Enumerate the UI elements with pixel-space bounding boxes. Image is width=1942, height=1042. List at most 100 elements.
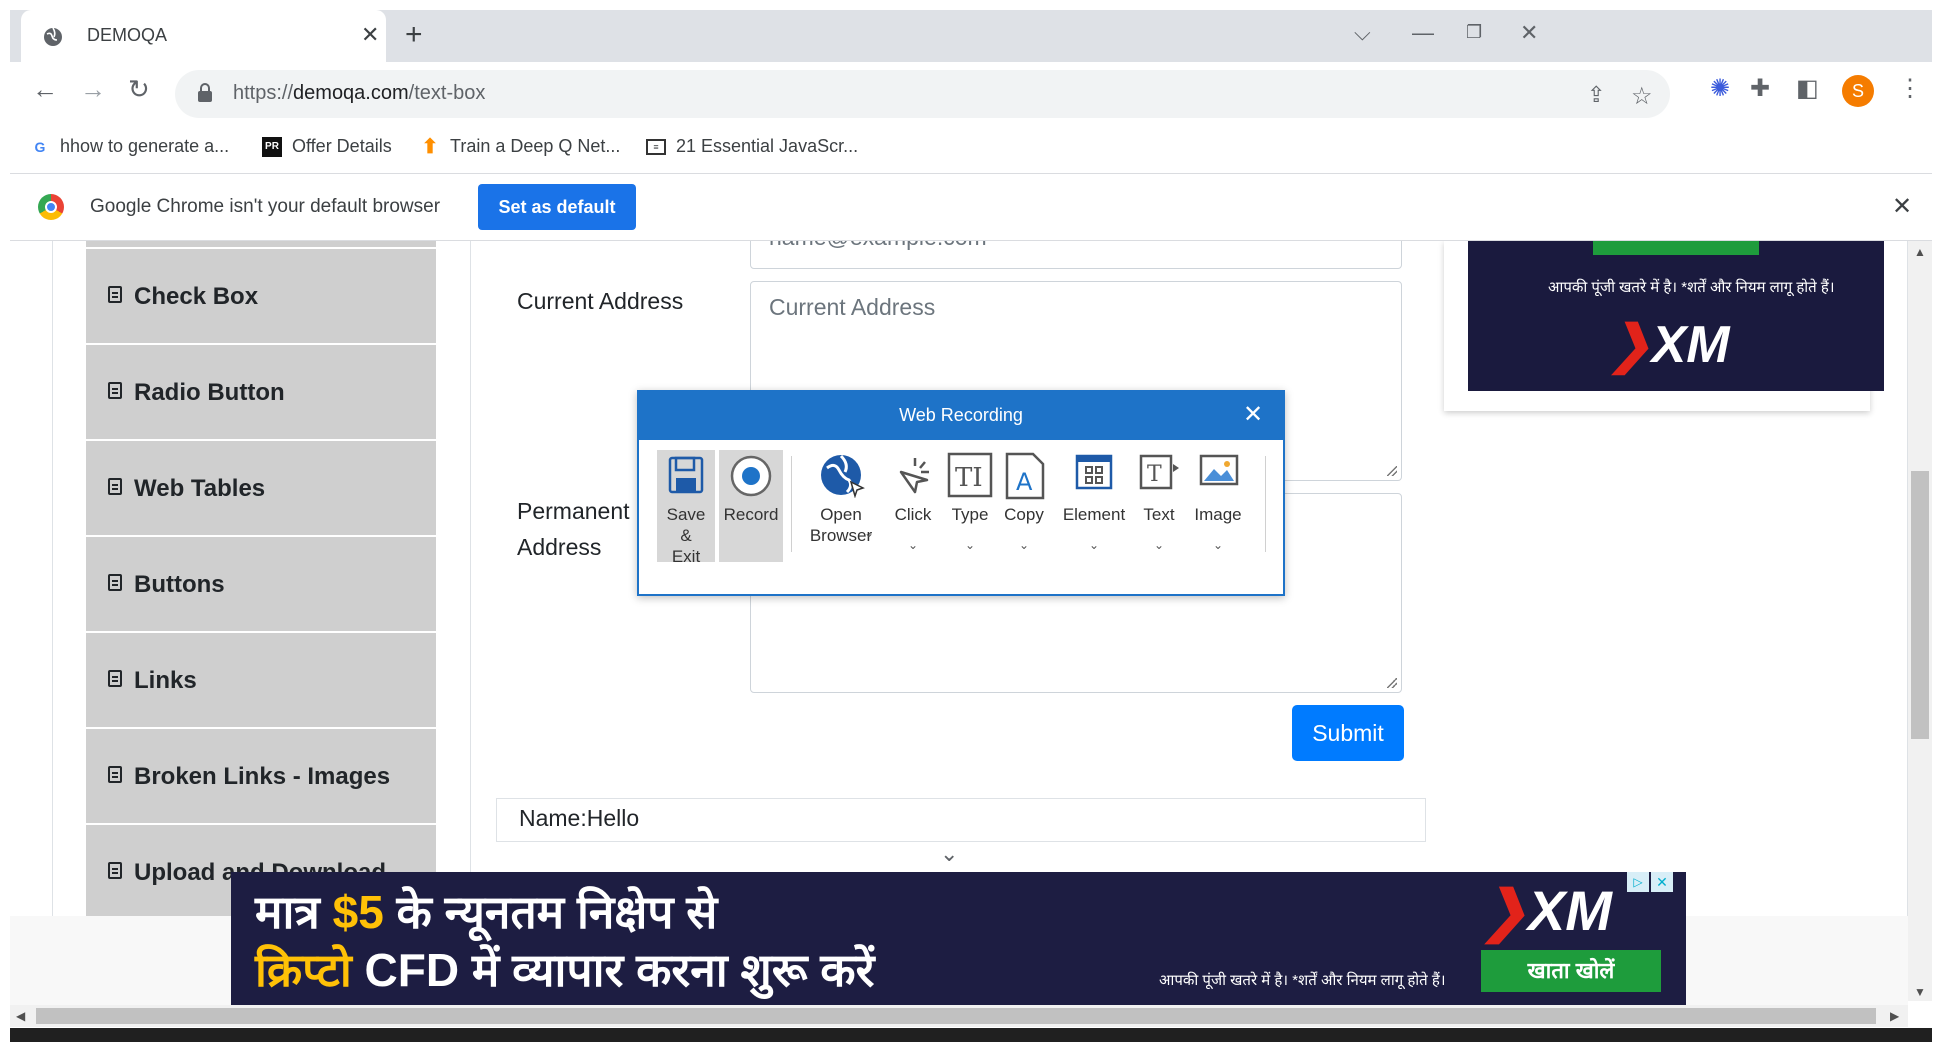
sidebar-item-links[interactable]: Links [86, 633, 436, 729]
resize-handle-icon[interactable] [1387, 678, 1397, 688]
bookmark-label: 21 Essential JavaScr... [676, 136, 859, 156]
tab-search-icon[interactable]: ⌵ [1354, 20, 1371, 46]
resize-handle-icon[interactable] [1387, 466, 1397, 476]
html-file-icon [108, 574, 122, 591]
sidebar-item-check-box[interactable]: Check Box [86, 249, 436, 345]
set-as-default-button[interactable]: Set as default [478, 184, 636, 230]
image-icon [1199, 454, 1239, 486]
globe-icon [44, 27, 62, 46]
permanent-address-label-line1: Permanent [517, 498, 630, 524]
save-icon [668, 456, 704, 494]
sidebar-item-web-tables[interactable]: Web Tables [86, 441, 436, 537]
chevron-down-icon[interactable]: ⌄ [940, 841, 958, 867]
current-address-placeholder: Current Address [769, 294, 936, 320]
browser-tab[interactable]: DEMOQA ✕ [21, 10, 386, 62]
element-button[interactable]: Element ⌄ [1057, 450, 1131, 562]
url-text: https://demoqa.com/text-box [233, 82, 486, 104]
text-label: Text [1143, 505, 1175, 524]
sidebar-item-broken-links[interactable]: Broken Links - Images [86, 729, 436, 825]
minimize-button[interactable]: — [1412, 20, 1434, 46]
bookmark-item[interactable]: PR Offer Details [262, 136, 392, 157]
back-button[interactable]: ← [32, 74, 58, 105]
html-file-icon [108, 862, 122, 879]
address-bar[interactable]: https://demoqa.com/text-box ⇪ ☆ [175, 70, 1670, 118]
scroll-up-icon[interactable]: ▲ [1914, 245, 1926, 259]
forward-button[interactable]: → [80, 74, 106, 105]
record-button[interactable]: Record [719, 450, 783, 562]
tensorflow-icon: ⬆ [421, 135, 439, 158]
close-tab-icon[interactable]: ✕ [361, 22, 379, 48]
ad-banner-top[interactable]: आपकी पूंजी खतरे में है। *शर्तें और नियम … [1468, 241, 1884, 391]
scroll-down-icon[interactable]: ▼ [1914, 985, 1926, 999]
sidebar-item-label: Web Tables [134, 475, 266, 502]
bookmark-label: Train a Deep Q Net... [450, 136, 621, 156]
type-button[interactable]: TI Type ⌄ [943, 450, 997, 562]
browser-toolbar: ← → ↻ https://demoqa.com/text-box ⇪ ☆ ✺ … [10, 62, 1932, 126]
chevron-down-icon[interactable]: ⌄ [999, 538, 1049, 552]
restore-button[interactable]: ❐ [1466, 22, 1482, 43]
ad-headline-line1: मात्र $5 के न्यूनतम निक्षेप से [255, 886, 718, 938]
email-field[interactable]: name@example.com [750, 241, 1402, 269]
chevron-down-icon[interactable]: ⌄ [1057, 538, 1131, 552]
chevron-down-icon[interactable]: ⌄ [943, 538, 997, 552]
chevron-down-icon[interactable]: ⌄ [1187, 538, 1249, 552]
sidebar-item-radio-button[interactable]: Radio Button [86, 345, 436, 441]
click-button[interactable]: Click ⌄ [885, 450, 941, 562]
menu-icon[interactable]: ⋮ [1898, 74, 1922, 103]
ad-banner-bottom[interactable]: मात्र $5 के न्यूनतम निक्षेप से क्रिप्टो … [231, 872, 1686, 1005]
vertical-scroll-thumb[interactable] [1911, 471, 1929, 739]
web-recording-titlebar[interactable]: Web Recording ✕ [639, 392, 1283, 440]
infobar-message: Google Chrome isn't your default browser [90, 196, 441, 217]
pr-icon: PR [262, 136, 282, 157]
bookmark-label: Offer Details [292, 136, 392, 156]
chevron-down-icon[interactable]: ⌄ [1135, 538, 1183, 552]
adchoices-icon[interactable]: ▷ [1627, 872, 1649, 892]
copy-button[interactable]: A Copy ⌄ [999, 450, 1049, 562]
close-icon[interactable]: ✕ [1243, 400, 1263, 429]
sidebar-item-buttons[interactable]: Buttons [86, 537, 436, 633]
profile-avatar[interactable]: S [1842, 75, 1874, 107]
side-panel-icon[interactable]: ◧ [1796, 74, 1819, 103]
click-label: Click [894, 505, 932, 524]
ad-close-icon[interactable]: ✕ [1651, 872, 1673, 892]
image-button[interactable]: Image ⌄ [1187, 450, 1249, 562]
lock-icon[interactable] [197, 83, 213, 103]
vertical-scrollbar[interactable]: ▲ ▼ [1908, 241, 1932, 1001]
main-left-border [470, 241, 471, 916]
text-button[interactable]: T Text ⌄ [1135, 450, 1183, 562]
save-exit-button[interactable]: Save & Exit [657, 450, 715, 566]
ad-open-account-button[interactable]: खाता खोलें [1481, 950, 1661, 992]
bookmark-item[interactable]: ≡ 21 Essential JavaScr... [646, 136, 858, 157]
bookmark-item[interactable]: G hhow to generate a... [30, 136, 230, 157]
bookmark-star-icon[interactable]: ☆ [1631, 82, 1653, 111]
browser-chrome: DEMOQA ✕ + ⌵ — ❐ ✕ ← → ↻ https://demoqa.… [10, 10, 1932, 174]
extensions-puzzle-icon[interactable]: ✚ [1750, 74, 1770, 103]
html-file-icon [108, 286, 122, 303]
type-icon: TI [947, 452, 993, 498]
text-icon: T [1139, 454, 1179, 490]
chevron-down-icon[interactable]: ⌄ [885, 538, 941, 552]
extension-icon[interactable]: ✺ [1710, 74, 1730, 103]
horizontal-scrollbar[interactable]: ◀ ▶ [10, 1005, 1908, 1027]
bookmark-item[interactable]: ⬆ Train a Deep Q Net... [420, 135, 621, 158]
article-icon: ≡ [646, 138, 666, 155]
current-address-label: Current Address [517, 288, 684, 314]
open-browser-button[interactable]: Open Browser ⌄ [801, 450, 881, 562]
scroll-left-icon[interactable]: ◀ [16, 1009, 25, 1023]
scroll-right-icon[interactable]: ▶ [1890, 1009, 1899, 1023]
new-tab-button[interactable]: + [405, 18, 423, 52]
output-name: Name:Hello [519, 805, 640, 831]
ad-cta-bar[interactable] [1593, 241, 1759, 255]
share-icon[interactable]: ⇪ [1587, 82, 1605, 108]
horizontal-scroll-thumb[interactable] [36, 1008, 1876, 1024]
submit-button[interactable]: Submit [1292, 705, 1404, 761]
sidebar-item-text-box[interactable] [86, 241, 436, 249]
reload-button[interactable]: ↻ [128, 74, 150, 105]
element-icon [1075, 454, 1113, 490]
close-window-button[interactable]: ✕ [1520, 20, 1538, 46]
close-infobar-icon[interactable]: ✕ [1892, 192, 1912, 221]
svg-text:TI: TI [955, 463, 983, 493]
os-taskbar [10, 1028, 1932, 1042]
sidebar-left-border [52, 241, 53, 916]
ad-disclaimer: आपकी पूंजी खतरे में है। *शर्तें और नियम … [1159, 972, 1446, 989]
